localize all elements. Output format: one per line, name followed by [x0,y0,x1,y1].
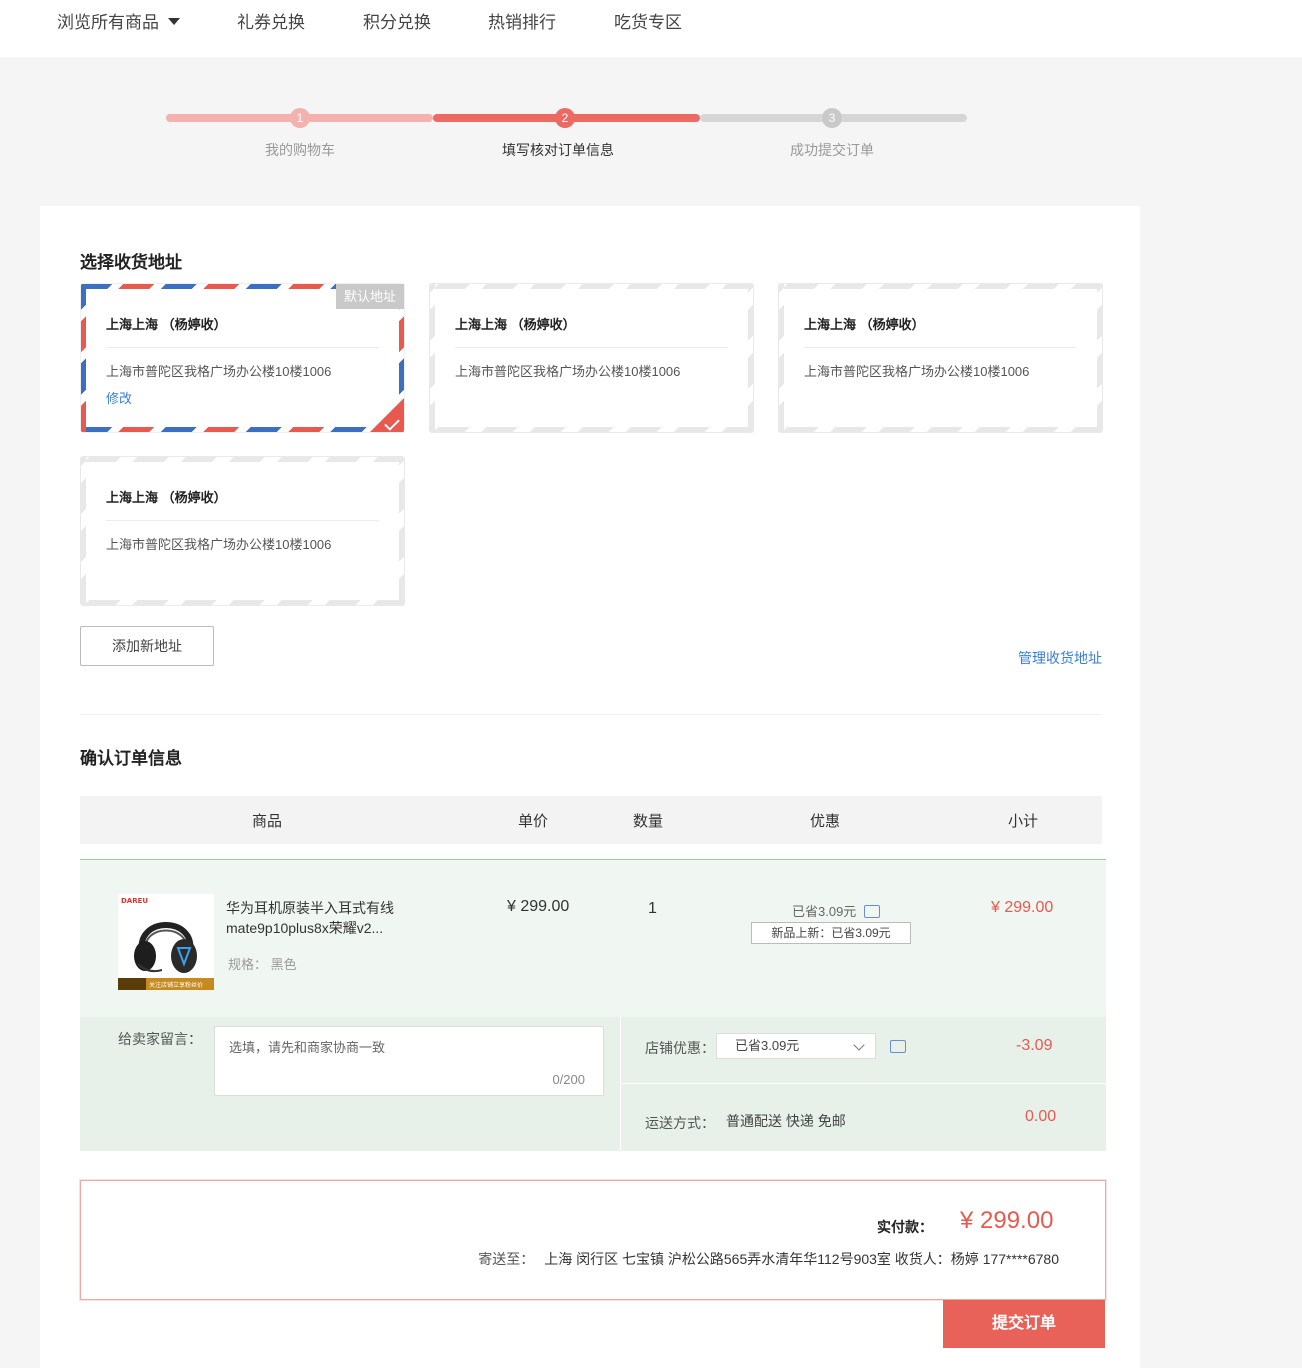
message-icon[interactable] [864,900,881,918]
default-address-badge: 默认地址 [336,284,404,309]
caret-down-icon [168,18,180,25]
column-header-price: 单价 [518,813,549,830]
brand-logo: DAREU [121,897,148,905]
shop-discount-row: 店铺优惠： 已省3.09元 -3.09 [621,1017,1106,1083]
address-card[interactable]: 上海上海 （杨婷收） 上海市普陀区我格广场办公楼10楼1006 [80,456,405,606]
product-spec: 规格： 黑色 [228,957,297,972]
envelope-stripe [430,427,753,432]
envelope-stripe [779,284,1102,289]
address-detail: 上海市普陀区我格广场办公楼10楼1006 [455,364,681,379]
shipping-fee: 0.00 [1025,1108,1057,1125]
step-label-fill: 填写核对订单信息 [502,142,614,158]
envelope-stripe [779,284,784,432]
shop-discount-selected: 已省3.09元 [735,1038,800,1053]
section-divider [80,714,1102,715]
pay-label: 实付款： [877,1219,933,1235]
address-detail: 上海市普陀区我格广场办公楼10楼1006 [804,364,1030,379]
address-card[interactable]: 上海上海 （杨婷收） 上海市普陀区我格广场办公楼10楼1006 [429,283,754,433]
payment-summary: 实付款： ¥ 299.00 寄送至： 上海 闵行区 七宝镇 沪松公路565弄水清年… [80,1180,1106,1300]
progress-steps: 1 2 3 我的购物车 填写核对订单信息 成功提交订单 [0,100,1302,170]
column-header-subtotal: 小计 [1008,813,1039,830]
nav-item-food[interactable]: 吃货专区 [614,12,682,34]
nav-item-coupon[interactable]: 礼券兑换 [237,12,305,34]
seller-message-label: 给卖家留言： [118,1031,202,1047]
chevron-down-icon [853,1039,865,1051]
divider [804,347,1077,348]
address-detail: 上海市普陀区我格广场办公楼10楼1006 [106,537,332,552]
submit-order-button[interactable]: 提交订单 [943,1300,1105,1348]
message-icon[interactable] [890,1035,906,1053]
address-name: 上海上海 （杨婷收） [106,490,227,505]
shipping-row: 运送方式： 普通配送 快递 免邮 0.00 [621,1084,1106,1151]
divider [106,520,379,521]
divider [106,347,379,348]
ship-to: 寄送至： 上海 闵行区 七宝镇 沪松公路565弄水清年华112号903室 收货人：… [478,1249,1059,1269]
shipping-method: 普通配送 快递 免邮 [726,1113,846,1129]
item-subtotal: ¥ 299.00 [991,899,1054,916]
envelope-stripe [81,427,404,432]
table-row: DAREU 关注店铺立享粉丝价 华为耳机原装半入耳式有线mate9p10plus… [80,859,1106,1017]
address-name: 上海上海 （杨婷收） [106,317,227,332]
top-nav: 浏览所有商品 礼券兑换 积分兑换 热销排行 吃货专区 [0,0,1302,57]
envelope-stripe [430,284,435,432]
column-header-discount: 优惠 [810,813,841,830]
step-dot-1: 1 [290,108,310,128]
address-detail: 上海市普陀区我格广场办公楼10楼1006 [106,364,332,379]
seller-message-input[interactable]: 选填，请先和商家协商一致 0/200 [214,1026,604,1096]
address-name: 上海上海 （杨婷收） [804,317,925,332]
ship-to-address: 上海 闵行区 七宝镇 沪松公路565弄水清年华112号903室 收货人：杨婷 1… [544,1251,1059,1267]
unit-price: ¥ 299.00 [507,898,570,915]
headphone-image: DAREU 关注店铺立享粉丝价 [118,894,214,990]
address-name: 上海上海 （杨婷收） [455,317,576,332]
order-table-header: 商品 单价 数量 优惠 小计 [80,796,1102,844]
envelope-stripe [779,427,1102,432]
saved-amount: 已省3.09元 [792,900,881,920]
column-header-qty: 数量 [633,813,664,830]
nav-item-hot[interactable]: 热销排行 [488,12,556,34]
divider [455,347,728,348]
step-label-cart: 我的购物车 [265,142,335,158]
browse-all-menu[interactable]: 浏览所有商品 [57,12,180,34]
envelope-stripe [430,284,753,289]
step-dot-2: 2 [555,108,575,128]
ship-to-label: 寄送至： [478,1251,535,1267]
address-section-title: 选择收货地址 [80,253,182,272]
seller-message-area: 给卖家留言： 选填，请先和商家协商一致 0/200 [80,1017,620,1151]
step-dot-3: 3 [822,108,842,128]
char-count: 0/200 [552,1072,585,1087]
promo-tag: 新品上新：已省3.09元 [751,922,911,944]
seller-message-placeholder: 选填，请先和商家协商一致 [229,1040,386,1055]
pay-amount: ¥ 299.00 [960,1207,1054,1234]
add-address-button[interactable]: 添加新地址 [80,626,214,666]
address-card[interactable]: 上海上海 （杨婷收） 上海市普陀区我格广场办公楼10楼1006 [778,283,1103,433]
envelope-stripe [748,284,753,432]
thumb-banner: 关注店铺立享粉丝价 [149,981,203,989]
shop-discount-label: 店铺优惠： [645,1040,715,1056]
shipping-label: 运送方式： [645,1115,715,1131]
envelope-stripe [399,457,404,605]
envelope-stripe [81,600,404,605]
order-main: 选择收货地址 默认地址 上海上海 （杨婷收） 上海市普陀区我格广场办公楼10楼1… [40,206,1140,1368]
envelope-stripe [81,457,404,462]
nav-item-points[interactable]: 积分兑换 [363,12,431,34]
manage-address-link[interactable]: 管理收货地址 [1018,648,1102,668]
product-name[interactable]: 华为耳机原装半入耳式有线mate9p10plus8x荣耀v2... [226,898,426,938]
envelope-stripe [1097,284,1102,432]
order-section-title: 确认订单信息 [80,749,182,768]
envelope-stripe [81,457,86,605]
step-label-success: 成功提交订单 [790,142,874,158]
shop-discount-select[interactable]: 已省3.09元 [716,1033,876,1059]
shop-discount-value: -3.09 [1016,1037,1053,1054]
saved-text: 已省3.09元 [792,904,857,919]
browse-all-label: 浏览所有商品 [57,13,159,32]
product-thumbnail[interactable]: DAREU 关注店铺立享粉丝价 [118,894,214,990]
column-header-product: 商品 [252,813,283,830]
edit-address-link[interactable]: 修改 [106,388,132,407]
address-card[interactable]: 默认地址 上海上海 （杨婷收） 上海市普陀区我格广场办公楼10楼1006 修改 [80,283,405,433]
quantity: 1 [648,900,657,917]
envelope-stripe [81,284,86,432]
